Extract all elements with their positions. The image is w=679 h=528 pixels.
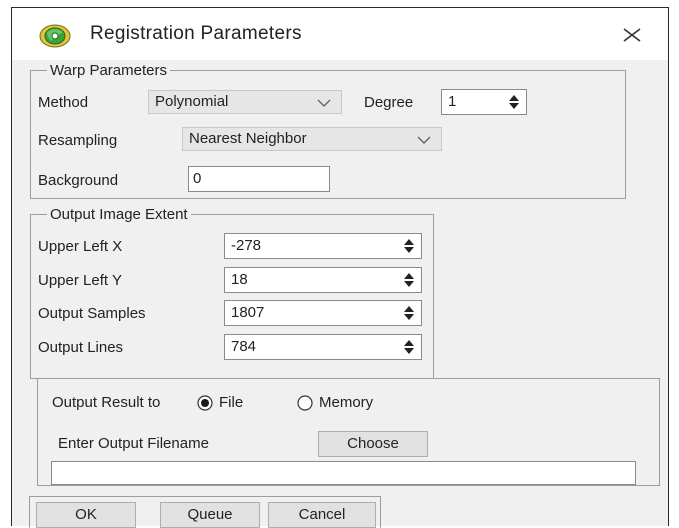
background-value: 0	[193, 170, 202, 187]
spinner-arrows-icon[interactable]	[508, 94, 520, 110]
output-lines-value: 784	[231, 338, 257, 355]
upper-left-y-value: 18	[231, 271, 248, 288]
upper-left-y-label: Upper Left Y	[38, 272, 122, 289]
queue-button[interactable]: Queue	[160, 502, 260, 528]
spinner-arrows-icon[interactable]	[403, 305, 415, 321]
resampling-value: Nearest Neighbor	[189, 130, 307, 147]
ok-button[interactable]: OK	[36, 502, 136, 528]
dialog-content: Warp Parameters Method Polynomial Degree…	[12, 60, 668, 528]
method-value: Polynomial	[155, 93, 229, 110]
output-filename-input[interactable]	[51, 461, 636, 485]
method-select[interactable]: Polynomial	[148, 90, 342, 114]
close-button[interactable]	[618, 22, 646, 48]
output-result-to-label: Output Result to	[52, 394, 161, 411]
output-samples-spinner[interactable]: 1807	[224, 300, 422, 326]
degree-value: 1	[448, 93, 457, 110]
spinner-arrows-icon[interactable]	[403, 339, 415, 355]
degree-spinner[interactable]: 1	[441, 89, 527, 115]
output-lines-label: Output Lines	[38, 339, 124, 356]
resampling-label: Resampling	[38, 132, 118, 149]
output-samples-value: 1807	[231, 304, 265, 321]
cancel-button[interactable]: Cancel	[268, 502, 376, 528]
choose-button[interactable]: Choose	[318, 431, 428, 457]
dialog-window: Registration Parameters Warp Parameters …	[11, 7, 669, 528]
background-label: Background	[38, 172, 119, 189]
upper-left-x-spinner[interactable]: -278	[224, 233, 422, 259]
file-radio[interactable]	[197, 395, 213, 411]
upper-left-x-value: -278	[231, 237, 262, 254]
output-lines-spinner[interactable]: 784	[224, 334, 422, 360]
output-samples-label: Output Samples	[38, 305, 146, 322]
resampling-select[interactable]: Nearest Neighbor	[182, 127, 442, 151]
degree-label: Degree	[364, 94, 414, 111]
chevron-down-icon	[417, 136, 431, 144]
file-option-label[interactable]: File	[219, 394, 243, 412]
spinner-arrows-icon[interactable]	[403, 272, 415, 288]
background-input[interactable]: 0	[188, 166, 330, 192]
upper-left-y-spinner[interactable]: 18	[224, 267, 422, 293]
memory-option-label[interactable]: Memory	[319, 394, 373, 412]
upper-left-x-label: Upper Left X	[38, 238, 123, 255]
chevron-down-icon	[317, 99, 331, 107]
window-title: Registration Parameters	[90, 23, 302, 44]
memory-radio[interactable]	[297, 395, 313, 411]
warp-parameters-legend: Warp Parameters	[50, 62, 167, 79]
title-bar: Registration Parameters	[12, 8, 668, 60]
gear-globe-icon	[39, 24, 71, 48]
method-label: Method	[38, 94, 89, 111]
spinner-arrows-icon[interactable]	[403, 238, 415, 254]
output-filename-label: Enter Output Filename	[58, 435, 209, 452]
close-icon	[623, 28, 641, 42]
output-image-extent-legend: Output Image Extent	[50, 206, 188, 223]
